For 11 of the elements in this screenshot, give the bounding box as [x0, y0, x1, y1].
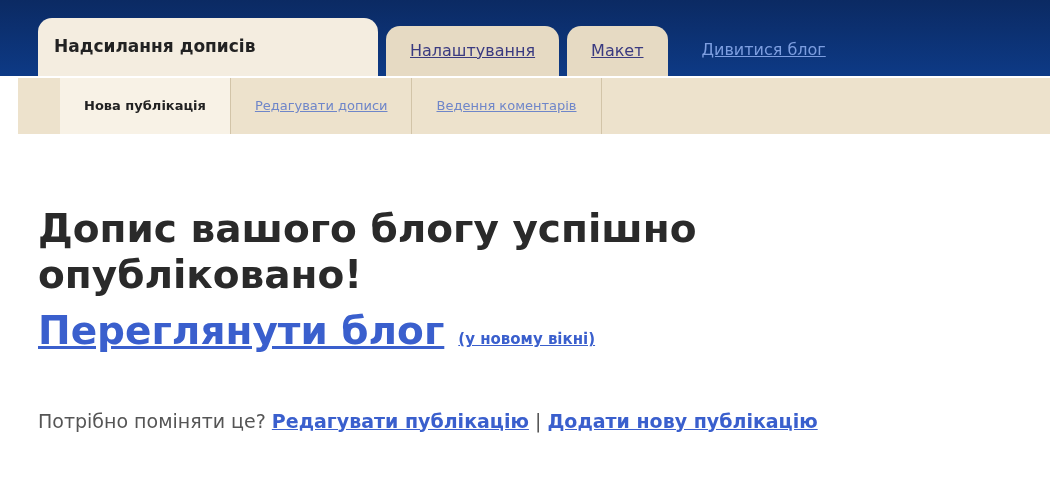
view-blog-link[interactable]: Дивитися блог	[701, 38, 826, 62]
tab[interactable]: Макет	[567, 26, 668, 76]
post-action-link[interactable]: Редагувати публікацію	[271, 409, 529, 432]
success-heading: Допис вашого блогу успішно опубліковано!	[38, 206, 698, 298]
tab[interactable]: Надсилання дописів	[38, 18, 378, 76]
post-action-link[interactable]: Додати нову публікацію	[547, 409, 818, 432]
subtab[interactable]: Нова публікація	[60, 78, 231, 134]
tab[interactable]: Налаштування	[386, 26, 560, 76]
view-blog-link[interactable]: Переглянути блог	[38, 302, 445, 361]
new-window-link[interactable]: (у новому вікні)	[458, 328, 596, 351]
edit-prompt-text: Потрібно поміняти це? Редагувати публікацію | Додати нову публікацію	[38, 408, 819, 435]
